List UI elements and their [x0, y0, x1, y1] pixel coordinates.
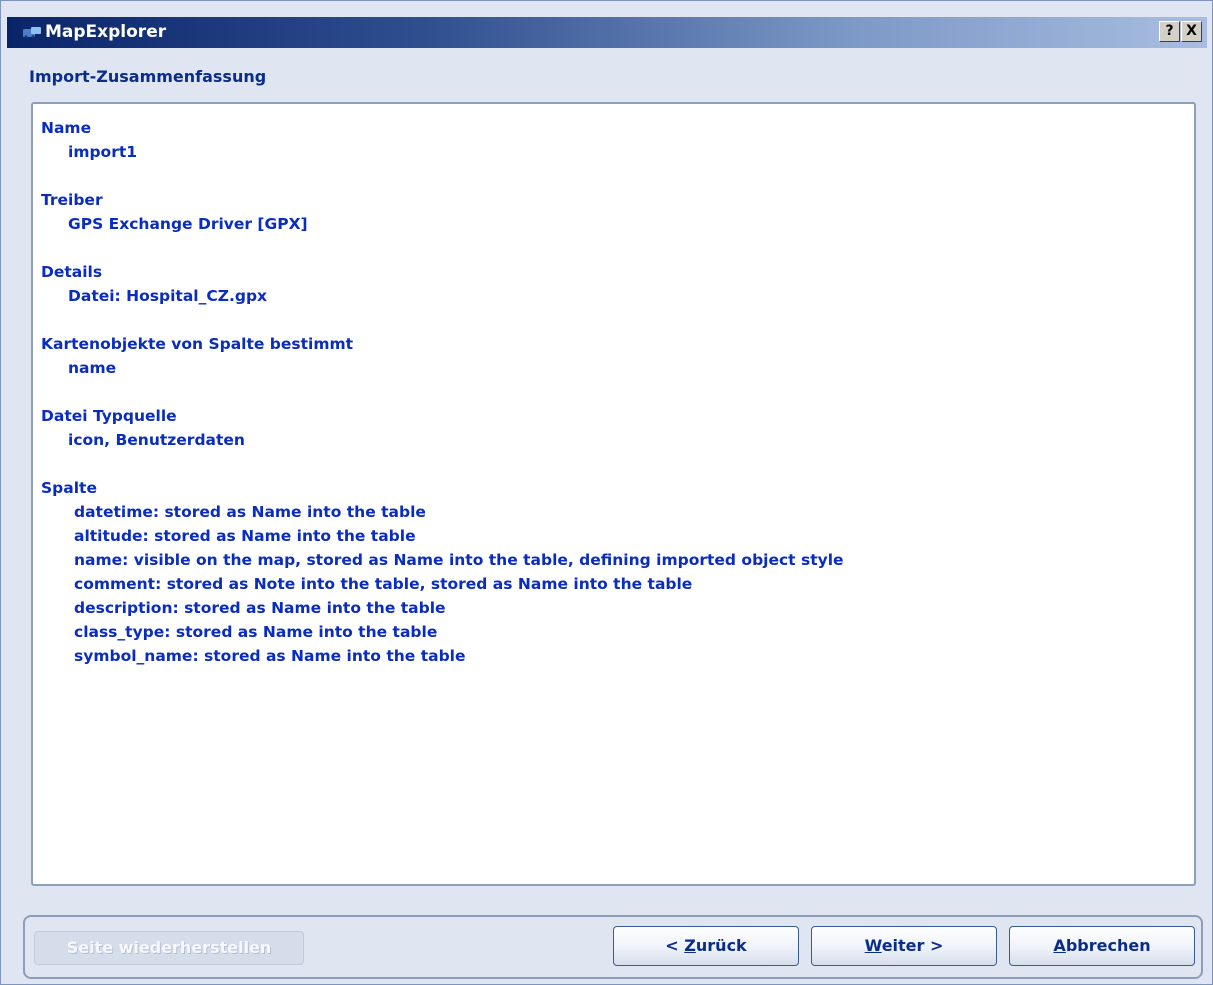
summary-group-details: Details Datei: Hospital_CZ.gpx: [41, 260, 1186, 308]
cancel-button[interactable]: Abbrechen: [1009, 926, 1195, 966]
summary-content: Name import1 Treiber GPS Exchange Driver…: [41, 116, 1186, 692]
column-item: comment: stored as Note into the table, …: [74, 575, 693, 593]
column-item: datetime: stored as Name into the table: [74, 503, 426, 521]
group-value: Datei: Hospital_CZ.gpx: [68, 287, 268, 305]
summary-panel[interactable]: Name import1 Treiber GPS Exchange Driver…: [31, 102, 1196, 886]
next-button[interactable]: Weiter >: [811, 926, 997, 966]
column-item: class_type: stored as Name into the tabl…: [74, 623, 438, 641]
app-icon: [23, 27, 41, 39]
window-title: MapExplorer: [45, 22, 167, 42]
group-label: Details: [41, 263, 103, 281]
summary-group-name: Name import1: [41, 116, 1186, 164]
cancel-button-label: bbrechen: [1065, 936, 1151, 955]
group-label: Treiber: [41, 191, 103, 209]
group-label: Kartenobjekte von Spalte bestimmt: [41, 335, 354, 353]
summary-heading: Import-Zusammenfassung: [29, 67, 267, 86]
column-list: datetime: stored as Name into the table …: [41, 500, 1186, 668]
group-value: GPS Exchange Driver [GPX]: [68, 215, 308, 233]
summary-group-map-objects: Kartenobjekte von Spalte bestimmt name: [41, 332, 1186, 380]
summary-group-driver: Treiber GPS Exchange Driver [GPX]: [41, 188, 1186, 236]
group-value: name: [68, 359, 117, 377]
back-button-label: urück: [695, 936, 747, 955]
restore-page-button[interactable]: Seite wiederherstellen: [34, 931, 304, 965]
back-button-accesskey: Z: [684, 936, 696, 955]
group-label: Name: [41, 119, 92, 137]
help-icon: ?: [1165, 23, 1174, 39]
help-button[interactable]: ?: [1159, 21, 1180, 42]
group-value: icon, Benutzerdaten: [68, 431, 245, 449]
summary-group-type-source: Datei Typquelle icon, Benutzerdaten: [41, 404, 1186, 452]
cancel-button-accesskey: A: [1053, 936, 1066, 955]
column-item: name: visible on the map, stored as Name…: [74, 551, 844, 569]
close-icon: X: [1186, 23, 1197, 39]
button-bar: Seite wiederherstellen < Zurück Weiter >…: [23, 915, 1203, 979]
dialog-window: MapExplorer ? X Import-Zusammenfassung N…: [0, 0, 1213, 985]
column-item: description: stored as Name into the tab…: [74, 599, 446, 617]
column-item: symbol_name: stored as Name into the tab…: [74, 647, 466, 665]
back-button[interactable]: < Zurück: [613, 926, 799, 966]
summary-group-columns: Spalte datetime: stored as Name into the…: [41, 476, 1186, 668]
group-value: import1: [68, 143, 138, 161]
next-button-label: eiter >: [881, 936, 944, 955]
title-bar[interactable]: MapExplorer ? X: [7, 17, 1207, 48]
column-item: altitude: stored as Name into the table: [74, 527, 416, 545]
group-label: Spalte: [41, 479, 97, 497]
group-label: Datei Typquelle: [41, 407, 177, 425]
next-button-accesskey: W: [864, 936, 882, 955]
close-button[interactable]: X: [1181, 21, 1202, 42]
back-button-prefix: <: [665, 936, 685, 955]
